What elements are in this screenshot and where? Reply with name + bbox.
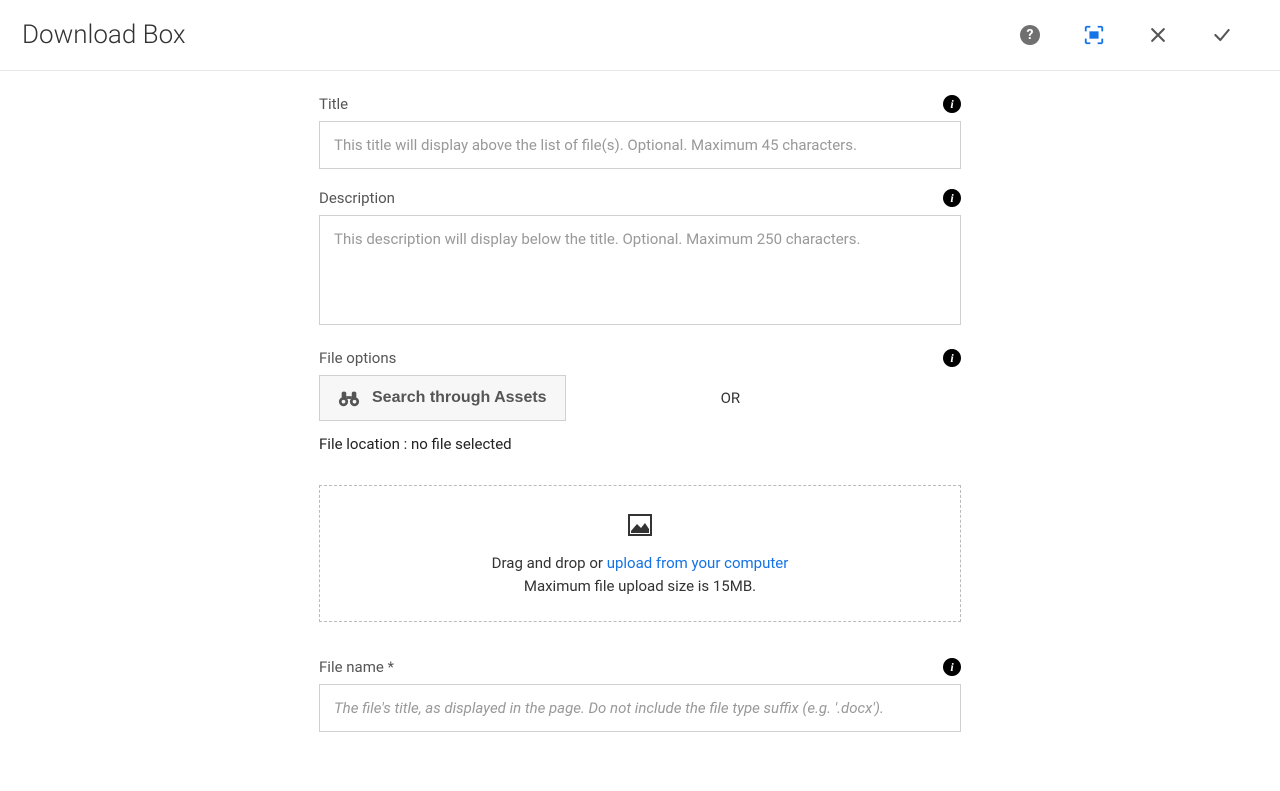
close-button[interactable] bbox=[1146, 23, 1170, 47]
header-actions: ? bbox=[1018, 23, 1258, 47]
title-input[interactable] bbox=[319, 121, 961, 169]
upload-link[interactable]: upload from your computer bbox=[607, 554, 789, 572]
close-icon bbox=[1148, 25, 1168, 45]
info-icon[interactable]: i bbox=[943, 95, 961, 113]
drag-drop-text: Drag and drop or bbox=[492, 554, 607, 572]
image-icon bbox=[628, 514, 652, 536]
file-location-text: File location : no file selected bbox=[319, 435, 961, 453]
file-name-input[interactable] bbox=[319, 684, 961, 732]
dialog-title: Download Box bbox=[22, 20, 186, 50]
fullscreen-icon bbox=[1083, 24, 1105, 46]
title-field-group: Title i bbox=[319, 95, 961, 169]
or-separator: OR bbox=[721, 389, 741, 407]
info-icon[interactable]: i bbox=[943, 189, 961, 207]
search-assets-label: Search through Assets bbox=[372, 389, 547, 407]
help-button[interactable]: ? bbox=[1018, 23, 1042, 47]
description-input[interactable] bbox=[319, 215, 961, 325]
form-body: Title i Description i File options i bbox=[319, 71, 961, 776]
fullscreen-button[interactable] bbox=[1082, 23, 1106, 47]
binoculars-icon bbox=[338, 388, 360, 408]
file-options-label: File options bbox=[319, 349, 396, 367]
info-icon[interactable]: i bbox=[943, 349, 961, 367]
max-size-text: Maximum file upload size is 15MB. bbox=[340, 575, 940, 598]
file-dropzone[interactable]: Drag and drop or upload from your comput… bbox=[319, 485, 961, 622]
help-icon: ? bbox=[1020, 25, 1040, 45]
dialog-header: Download Box ? bbox=[0, 0, 1280, 71]
description-label: Description bbox=[319, 189, 395, 207]
confirm-button[interactable] bbox=[1210, 23, 1234, 47]
info-icon[interactable]: i bbox=[943, 658, 961, 676]
search-assets-button[interactable]: Search through Assets bbox=[319, 375, 566, 421]
file-name-field-group: File name * i bbox=[319, 658, 961, 732]
description-field-group: Description i bbox=[319, 189, 961, 329]
file-options-group: File options i Search through Assets OR … bbox=[319, 349, 961, 622]
title-label: Title bbox=[319, 95, 348, 113]
check-icon bbox=[1212, 25, 1232, 45]
file-name-label: File name * bbox=[319, 658, 394, 676]
